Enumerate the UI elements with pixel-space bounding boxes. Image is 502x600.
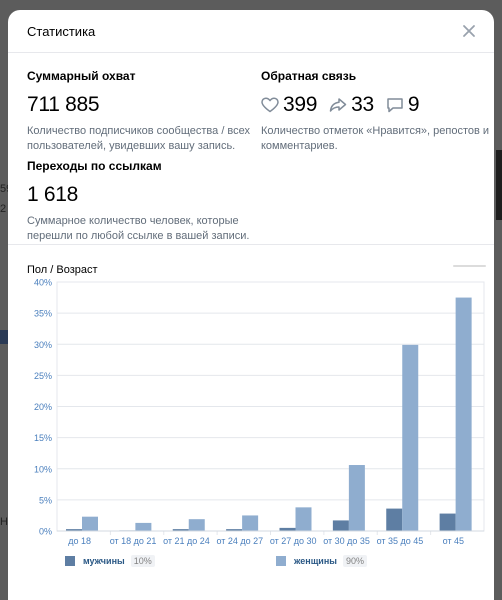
likes-value: 399 [283, 93, 318, 116]
y-tick-label: 35% [34, 309, 52, 319]
legend-share: 90% [342, 555, 367, 567]
reach-block: Суммарный охват 711 885 Количество подпи… [27, 69, 257, 154]
likes-counter: 399 [261, 93, 317, 117]
close-icon[interactable] [460, 22, 478, 40]
y-tick-label: 20% [34, 402, 52, 412]
legend-label: мужчины [83, 556, 125, 566]
bar-women [455, 297, 472, 531]
y-tick-label: 0% [39, 527, 52, 537]
y-tick-label: 40% [34, 278, 52, 288]
legend-label: женщины [294, 556, 337, 566]
bar-women [242, 515, 259, 531]
modal-header: Статистика [8, 10, 494, 53]
x-tick-label: до 18 [68, 536, 91, 546]
y-tick-label: 30% [34, 340, 52, 350]
gender-age-chart: 0% 5% 10% 15% 20% 25% 30% 35% 40% до 18 от 18 до 2… [34, 278, 485, 546]
clicks-value: 1 618 [27, 183, 79, 206]
clicks-heading: Переходы по ссылкам [27, 159, 162, 173]
heart-icon [261, 97, 279, 113]
bar-women [188, 519, 205, 531]
legend-share: 10% [130, 555, 155, 567]
bar-women [402, 344, 419, 531]
x-tick-label: от 35 до 45 [377, 536, 424, 546]
feedback-counters: 399 33 9 [261, 93, 491, 117]
comments-counter: 9 [386, 93, 420, 117]
repost-icon [329, 98, 347, 112]
x-tick-label: от 30 до 35 [323, 536, 370, 546]
legend-swatch [65, 556, 75, 566]
background-panel [0, 330, 8, 344]
statistics-modal: Статистика Суммарный охват 711 885 Колич… [8, 10, 494, 600]
clicks-description: Суммарное количество человек, которые пе… [27, 215, 250, 242]
modal-title: Статистика [27, 23, 96, 39]
comment-icon [387, 98, 403, 113]
y-tick-label: 25% [34, 371, 52, 381]
y-tick-label: 15% [34, 433, 52, 443]
background-text: H [0, 516, 8, 528]
close-button[interactable] [460, 22, 478, 40]
bar-women [82, 516, 98, 531]
x-tick-label: от 18 до 21 [110, 536, 157, 546]
x-tick-label: от 45 [443, 536, 464, 546]
feedback-description: Количество отметок «Нравится», репостов … [261, 125, 490, 152]
bar-women [135, 522, 152, 531]
background-panel [496, 150, 502, 220]
reposts-value: 33 [351, 93, 374, 116]
reach-value: 711 885 [27, 93, 100, 116]
reposts-counter: 33 [329, 93, 374, 117]
bar-women [348, 465, 365, 531]
y-tick-label: 5% [39, 495, 52, 505]
x-tick-label: от 21 до 24 [163, 536, 210, 546]
bar-women [295, 507, 312, 531]
reach-heading: Суммарный охват [27, 69, 136, 83]
summary-section: Суммарный охват 711 885 Количество подпи… [8, 53, 494, 267]
x-tick-label: от 27 до 30 [270, 536, 317, 546]
x-tick-label: от 24 до 27 [216, 536, 263, 546]
legend-item-women[interactable]: женщины 90% [276, 555, 367, 567]
reach-description: Количество подписчиков сообщества / всех… [27, 125, 251, 152]
legend-item-men[interactable]: мужчины 10% [65, 555, 155, 567]
y-tick-label: 10% [34, 464, 52, 474]
feedback-heading: Обратная связь [261, 69, 357, 83]
bar-men [386, 508, 403, 531]
clicks-block: Переходы по ссылкам 1 618 Суммарное коли… [27, 159, 257, 244]
feedback-block: Обратная связь 399 33 9 Количество отмет… [261, 69, 491, 154]
bar-men [332, 520, 349, 531]
comments-value: 9 [407, 93, 420, 116]
bar-men [439, 513, 456, 531]
legend-swatch [276, 556, 286, 566]
